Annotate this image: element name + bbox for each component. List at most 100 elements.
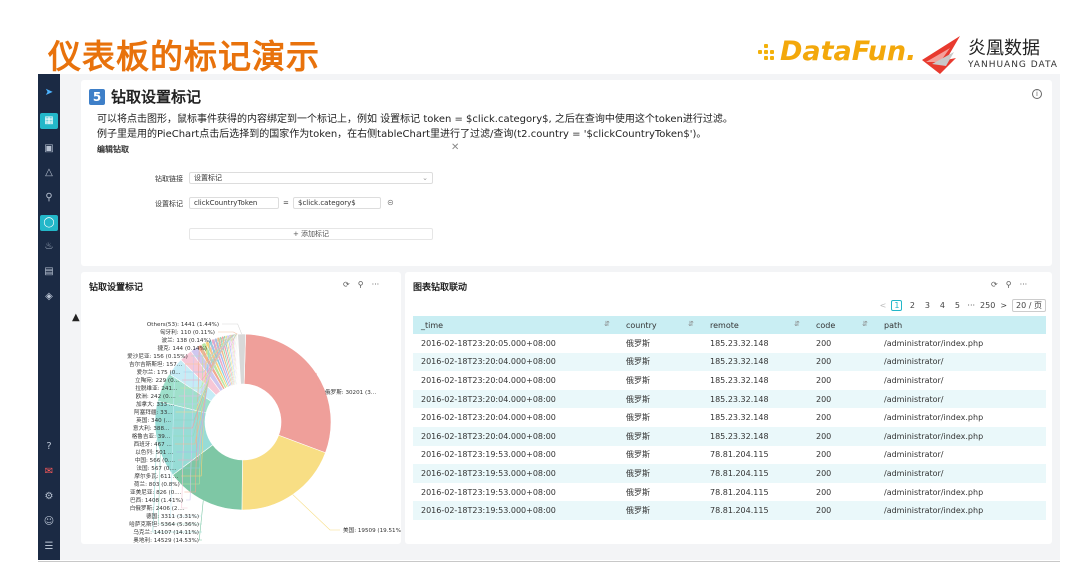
search-icon[interactable]: ⚲ — [42, 191, 56, 205]
monitor-icon[interactable]: ▣ — [42, 142, 56, 156]
table-cell-time: 2016-02-18T23:20:05.000+08:00 — [421, 338, 556, 348]
pie-label: 英国: 340 (... — [136, 416, 171, 424]
table-cell-time: 2016-02-18T23:19:53.000+08:00 — [413, 464, 618, 483]
pie-label: 巴西: 1408 (1.41%) — [130, 497, 183, 504]
upload-icon[interactable]: △ — [42, 166, 56, 180]
pie-label: 爱沙尼亚: 156 (0.15%) — [127, 352, 188, 360]
pie-label: 摩尔多瓦: 611 ... — [134, 472, 178, 480]
sort-icon: ⇵ — [794, 320, 800, 328]
table-row[interactable]: 2016-02-18T23:20:04.000+08:00 俄罗斯 185.23.3… — [413, 408, 1046, 427]
table-chart-panel: 图表钻取联动 ⟳ ⚲ ··· < 1 2 3 4 5 ··· 250 > 20 … — [405, 272, 1052, 544]
page-last[interactable]: 250 — [980, 301, 995, 310]
pie-chart-panel: 钻取设置标记 ⟳ ⚲ ··· 俄罗斯: 30201 (3... 美国: 19509… — [81, 272, 401, 544]
section-description-2: 例子里是用的PieChart点击后选择到的国家作为token，在右侧tableC… — [97, 129, 707, 140]
remove-token-icon[interactable]: ⊝ — [387, 198, 394, 207]
pie-label: 奥地利: 14529 (14.53%) — [133, 536, 199, 544]
table-panel-title: 图表钻取联动 — [413, 283, 468, 293]
close-icon[interactable]: ✕ — [451, 142, 459, 153]
dashboard-icon[interactable]: ▦ — [40, 113, 58, 129]
more-icon[interactable]: ··· — [1020, 280, 1028, 289]
drill-setting-section: 5 钻取设置标记 i 可以将点击图形，鼠标事件获得的内容绑定到一个标记上，例如 … — [81, 80, 1052, 266]
zoom-icon[interactable]: ⚲ — [1006, 280, 1012, 289]
table-row[interactable]: 2016-02-18T23:19:53.000+08:00 俄罗斯 78.81.20… — [413, 446, 1046, 465]
table-row[interactable]: 2016-02-18T23:20:04.000+08:00 俄罗斯 185.23.3… — [413, 352, 1046, 372]
sort-icon: ⇵ — [862, 320, 868, 328]
table-row[interactable]: 2016-02-18T23:19:53.000+08:00 俄罗斯 78.81.20… — [413, 501, 1046, 520]
pie-label: 拉脱维亚: 241... — [135, 384, 177, 392]
section-number-badge: 5 — [89, 88, 105, 105]
drill-link-value: 设置标记 — [194, 174, 222, 182]
table-cell-time: 2016-02-18T23:20:04.000+08:00 — [413, 426, 618, 446]
page-3[interactable]: 3 — [922, 301, 932, 310]
table-row[interactable]: 2016-02-18T23:20:05.000+08:00 俄罗斯 185.23.3… — [413, 334, 1046, 353]
token-name-input[interactable]: clickCountryToken — [189, 197, 279, 209]
pie-label: 吉尔吉斯斯坦: 157... — [129, 360, 182, 368]
table-row[interactable]: 2016-02-18T23:20:04.000+08:00 俄罗斯 185.23.3… — [413, 389, 1046, 409]
page-size-select[interactable]: 20 / 页 — [1012, 299, 1046, 312]
table-cell-path: /administrator/ — [876, 352, 1046, 372]
table-cell-time: 2016-02-18T23:20:04.000+08:00 — [413, 389, 618, 409]
table-cell-country: 俄罗斯 — [618, 464, 702, 483]
table-row[interactable]: 2016-02-18T23:20:04.000+08:00 俄罗斯 185.23.3… — [413, 371, 1046, 390]
pie-label: 捷克: 144 (0.14%) — [158, 344, 207, 352]
column-header-path[interactable]: path — [876, 316, 1046, 334]
table-cell-remote: 78.81.204.115 — [702, 464, 808, 483]
table-cell-remote: 78.81.204.115 — [710, 487, 769, 497]
column-header-time[interactable]: _time ⇵ — [413, 316, 618, 334]
bell-icon[interactable]: ♨ — [42, 240, 56, 254]
column-header-country[interactable]: country ⇵ — [618, 316, 702, 334]
pie-label: 波兰: 138 (0.14%) — [162, 336, 211, 344]
table-cell-code: 200 — [808, 464, 876, 483]
layers-icon[interactable]: ◈ — [42, 290, 56, 304]
pie-slice[interactable] — [243, 333, 332, 454]
page-ellipsis[interactable]: ··· — [967, 301, 975, 310]
pie-leader-line — [292, 494, 340, 531]
column-header-code[interactable]: code ⇵ — [808, 316, 876, 334]
info-icon[interactable]: i — [1032, 89, 1042, 99]
table-header-row: _time ⇵ country ⇵ remote ⇵ code ⇵ path — [413, 316, 1046, 334]
pie-chart[interactable]: 俄罗斯: 30201 (3... 美国: 19509 (19.51%) 奥地利: 1… — [81, 272, 401, 544]
table-cell-code: 200 — [808, 352, 876, 372]
table-cell-code: 200 — [816, 487, 832, 497]
section-description-1: 可以将点击图形，鼠标事件获得的内容绑定到一个标记上，例如 设置标记 token … — [97, 114, 733, 125]
table-cell-path: /administrator/ — [876, 389, 1046, 409]
slide-title: 仪表板的标记演示 — [48, 37, 320, 76]
feedback-icon[interactable]: ✉ — [42, 465, 56, 479]
refresh-icon[interactable]: ⟳ — [991, 280, 998, 289]
pie-label: 西班牙: 467 ... — [134, 440, 172, 448]
help-icon[interactable]: ? — [42, 440, 56, 454]
table-row[interactable]: 2016-02-18T23:19:53.000+08:00 俄罗斯 78.81.20… — [413, 483, 1046, 502]
drill-link-select[interactable]: 设置标记 ⌄ — [189, 172, 433, 184]
table-cell-country: 俄罗斯 — [626, 338, 650, 348]
settings-icon[interactable]: ⚙ — [42, 490, 56, 504]
page-4[interactable]: 4 — [937, 301, 947, 310]
yanhuang-name: 炎凰数据 — [968, 38, 1040, 59]
data-table: _time ⇵ country ⇵ remote ⇵ code ⇵ path 2016-… — [413, 316, 1046, 520]
pie-label: 法国: 567 (0.... — [136, 464, 176, 472]
pie-label: 美国: 19509 (19.51%) — [343, 526, 401, 534]
table-cell-code: 200 — [816, 450, 832, 460]
table-row[interactable]: 2016-02-18T23:20:04.000+08:00 俄罗斯 185.23.3… — [413, 426, 1046, 446]
token-value-input[interactable]: $click.category$ — [293, 197, 381, 209]
page-5[interactable]: 5 — [952, 301, 962, 310]
add-token-button[interactable]: + 添加标记 — [189, 228, 433, 240]
table-cell-path: /administrator/index.php — [884, 338, 984, 348]
table-cell-country: 俄罗斯 — [626, 450, 650, 460]
page-2[interactable]: 2 — [907, 301, 917, 310]
partial-table-row — [413, 534, 1046, 540]
pie-label: 哈萨克斯坦: 5364 (5.36%) — [129, 520, 199, 528]
table-row[interactable]: 2016-02-18T23:19:53.000+08:00 俄罗斯 78.81.20… — [413, 464, 1046, 483]
history-icon[interactable]: ◯ — [40, 215, 58, 231]
page-1[interactable]: 1 — [891, 300, 903, 311]
next-page-icon[interactable]: > — [1000, 301, 1007, 310]
user-icon[interactable]: ☺ — [42, 515, 56, 529]
pie-label: Others(53): 1441 (1.44%) — [147, 322, 219, 328]
table-panel-toolbar: ⟳ ⚲ ··· — [991, 280, 1027, 289]
section-title: 钻取设置标记 — [111, 88, 202, 106]
menu-icon[interactable]: ☰ — [42, 540, 56, 554]
storage-icon[interactable]: ▤ — [42, 265, 56, 279]
prev-page-icon[interactable]: < — [880, 301, 887, 310]
column-header-remote[interactable]: remote ⇵ — [702, 316, 808, 334]
sort-icon: ⇵ — [688, 320, 694, 328]
logo-icon[interactable]: ➤ — [42, 86, 56, 100]
